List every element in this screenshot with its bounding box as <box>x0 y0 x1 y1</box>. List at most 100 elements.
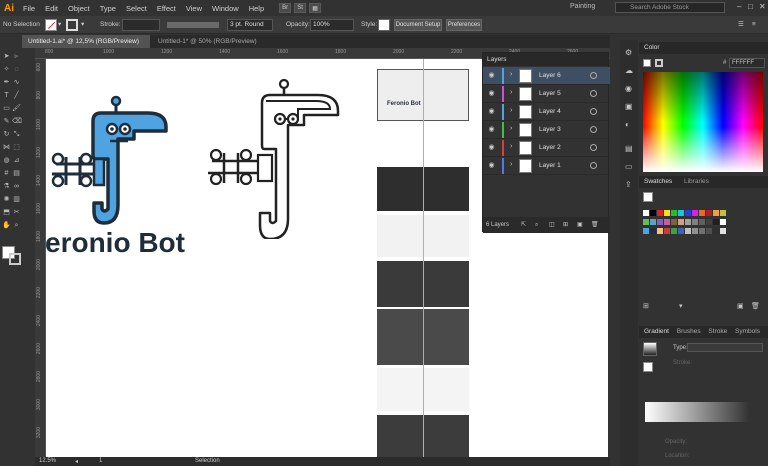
document-setup-button[interactable]: Document Setup <box>394 19 442 31</box>
rectangle-tool-icon[interactable]: ▭ <box>2 104 11 113</box>
stroke-swatch[interactable] <box>66 19 78 31</box>
swatch[interactable] <box>650 210 656 216</box>
expand-arrow-icon[interactable]: › <box>510 71 512 78</box>
column-graph-tool-icon[interactable]: ▥ <box>12 195 21 204</box>
gradient-fill-swatch[interactable] <box>643 362 653 372</box>
layer-row[interactable]: ◉ › Layer 4 <box>483 103 610 121</box>
layer-row[interactable]: ◉ › Layer 5 <box>483 85 610 103</box>
swatch[interactable] <box>713 210 719 216</box>
gradient-slider[interactable] <box>645 402 749 422</box>
tab-swatches[interactable]: Swatches <box>639 178 672 185</box>
stroke-weight-input[interactable] <box>122 19 160 31</box>
layer-target-icon[interactable] <box>590 90 597 97</box>
graphic-style-swatch[interactable] <box>378 19 390 31</box>
visibility-eye-icon[interactable]: ◉ <box>487 107 496 116</box>
tab-stroke[interactable]: Stroke <box>702 328 727 335</box>
layer-name[interactable]: Layer 3 <box>539 121 561 139</box>
libraries-icon[interactable]: ☁ <box>625 66 633 75</box>
arrange-documents-icon[interactable]: ▦ <box>309 3 322 13</box>
swatch[interactable] <box>650 228 656 234</box>
preferences-button[interactable]: Preferences <box>446 19 482 31</box>
perspective-grid-tool-icon[interactable]: ⊿ <box>12 156 21 165</box>
visibility-eye-icon[interactable]: ◉ <box>487 89 496 98</box>
expand-arrow-icon[interactable]: › <box>510 125 512 132</box>
search-stock-input[interactable]: Search Adobe Stock <box>615 2 725 13</box>
bridge-button[interactable]: Br <box>279 3 292 13</box>
fill-dropdown-icon[interactable]: ▾ <box>58 19 61 31</box>
eyedropper-tool-icon[interactable]: ⚗ <box>2 182 11 191</box>
artboard-number[interactable]: 1 <box>99 458 102 464</box>
pen-tool-icon[interactable]: ✒ <box>2 78 11 87</box>
visibility-eye-icon[interactable]: ◉ <box>487 125 496 134</box>
swatch[interactable] <box>706 210 712 216</box>
swatch[interactable] <box>713 228 719 234</box>
swatch[interactable] <box>685 228 691 234</box>
swatch[interactable] <box>685 210 691 216</box>
layers-panel-title[interactable]: Layers <box>483 53 608 66</box>
shape-builder-tool-icon[interactable]: ◍ <box>2 156 11 165</box>
artboard-tool-icon[interactable]: ⬒ <box>2 208 11 217</box>
layer-row[interactable]: ◉ › Layer 1 <box>483 157 610 175</box>
lasso-tool-icon[interactable]: ◌ <box>12 65 21 74</box>
properties-icon[interactable]: ⚙ <box>625 48 632 57</box>
swatch[interactable] <box>699 210 705 216</box>
layer-target-icon[interactable] <box>590 108 597 115</box>
opacity-input[interactable]: 100% <box>310 19 354 31</box>
menu-window[interactable]: Window <box>207 4 244 13</box>
swatch[interactable] <box>678 210 684 216</box>
menu-edit[interactable]: Edit <box>40 4 63 13</box>
collect-export-icon[interactable]: ⇱ <box>521 217 526 233</box>
hex-input[interactable]: FFFFFF <box>729 58 765 68</box>
swatch[interactable] <box>657 210 663 216</box>
swatch[interactable] <box>692 219 698 225</box>
new-sublayer-icon[interactable]: ⊞ <box>563 217 568 233</box>
free-transform-tool-icon[interactable]: ⬚ <box>12 143 21 152</box>
layer-target-icon[interactable] <box>590 162 597 169</box>
artboards-icon[interactable]: ▭ <box>625 162 633 171</box>
layer-row[interactable]: ◉ › Layer 2 <box>483 139 610 157</box>
graphic-styles-icon[interactable]: ▣ <box>625 102 633 111</box>
make-clipping-mask-icon[interactable]: ◫ <box>549 217 555 233</box>
minimize-icon[interactable]: – <box>737 2 741 11</box>
menu-view[interactable]: View <box>181 4 207 13</box>
expand-arrow-icon[interactable]: › <box>510 143 512 150</box>
swatch[interactable] <box>720 219 726 225</box>
tab-document-1[interactable]: Untitled-1.ai* @ 12,5% (RGB/Preview) <box>22 35 150 48</box>
menu-type[interactable]: Type <box>95 4 121 13</box>
swatch[interactable] <box>664 228 670 234</box>
menu-effect[interactable]: Effect <box>152 4 181 13</box>
curvature-tool-icon[interactable]: ∿ <box>12 78 21 87</box>
eraser-tool-icon[interactable]: ⌫ <box>12 117 22 126</box>
type-tool-icon[interactable]: T <box>2 91 11 100</box>
gradient-preview[interactable] <box>643 342 657 356</box>
align-icon[interactable]: ☰ <box>738 19 744 31</box>
swatch-libraries-menu-icon[interactable]: ⊞ <box>643 302 649 310</box>
tab-symbols[interactable]: Symbols <box>729 328 760 335</box>
swatch[interactable] <box>657 228 663 234</box>
brush-definition[interactable]: 3 pt. Round <box>227 19 273 31</box>
line-tool-icon[interactable]: ╱ <box>12 91 21 100</box>
layer-target-icon[interactable] <box>590 72 597 79</box>
menu-select[interactable]: Select <box>121 4 152 13</box>
layer-name[interactable]: Layer 5 <box>539 85 561 103</box>
appearance-icon[interactable]: ◉ <box>625 84 632 93</box>
swatch[interactable] <box>643 219 649 225</box>
stroke-dropdown-icon[interactable]: ▾ <box>81 19 84 31</box>
color-fill-swatch[interactable] <box>643 59 651 67</box>
menu-file[interactable]: File <box>18 4 40 13</box>
zoom-tool-icon[interactable]: ⌕ <box>12 221 21 230</box>
color-panel-header[interactable]: Color <box>639 42 768 54</box>
swatch[interactable] <box>643 210 649 216</box>
stock-button[interactable]: St <box>294 3 307 13</box>
swatch[interactable] <box>706 219 712 225</box>
swatch[interactable] <box>699 228 705 234</box>
mesh-tool-icon[interactable]: # <box>2 169 11 178</box>
layer-name[interactable]: Layer 4 <box>539 103 561 121</box>
selection-tool-icon[interactable]: ➤ <box>2 52 11 61</box>
swatch[interactable] <box>685 219 691 225</box>
scale-tool-icon[interactable]: ⤡ <box>12 130 21 139</box>
paintbrush-tool-icon[interactable]: 🖌 <box>12 104 21 113</box>
workspace-switcher[interactable]: Painting <box>570 3 595 10</box>
swatch[interactable] <box>671 219 677 225</box>
swatch[interactable] <box>720 210 726 216</box>
